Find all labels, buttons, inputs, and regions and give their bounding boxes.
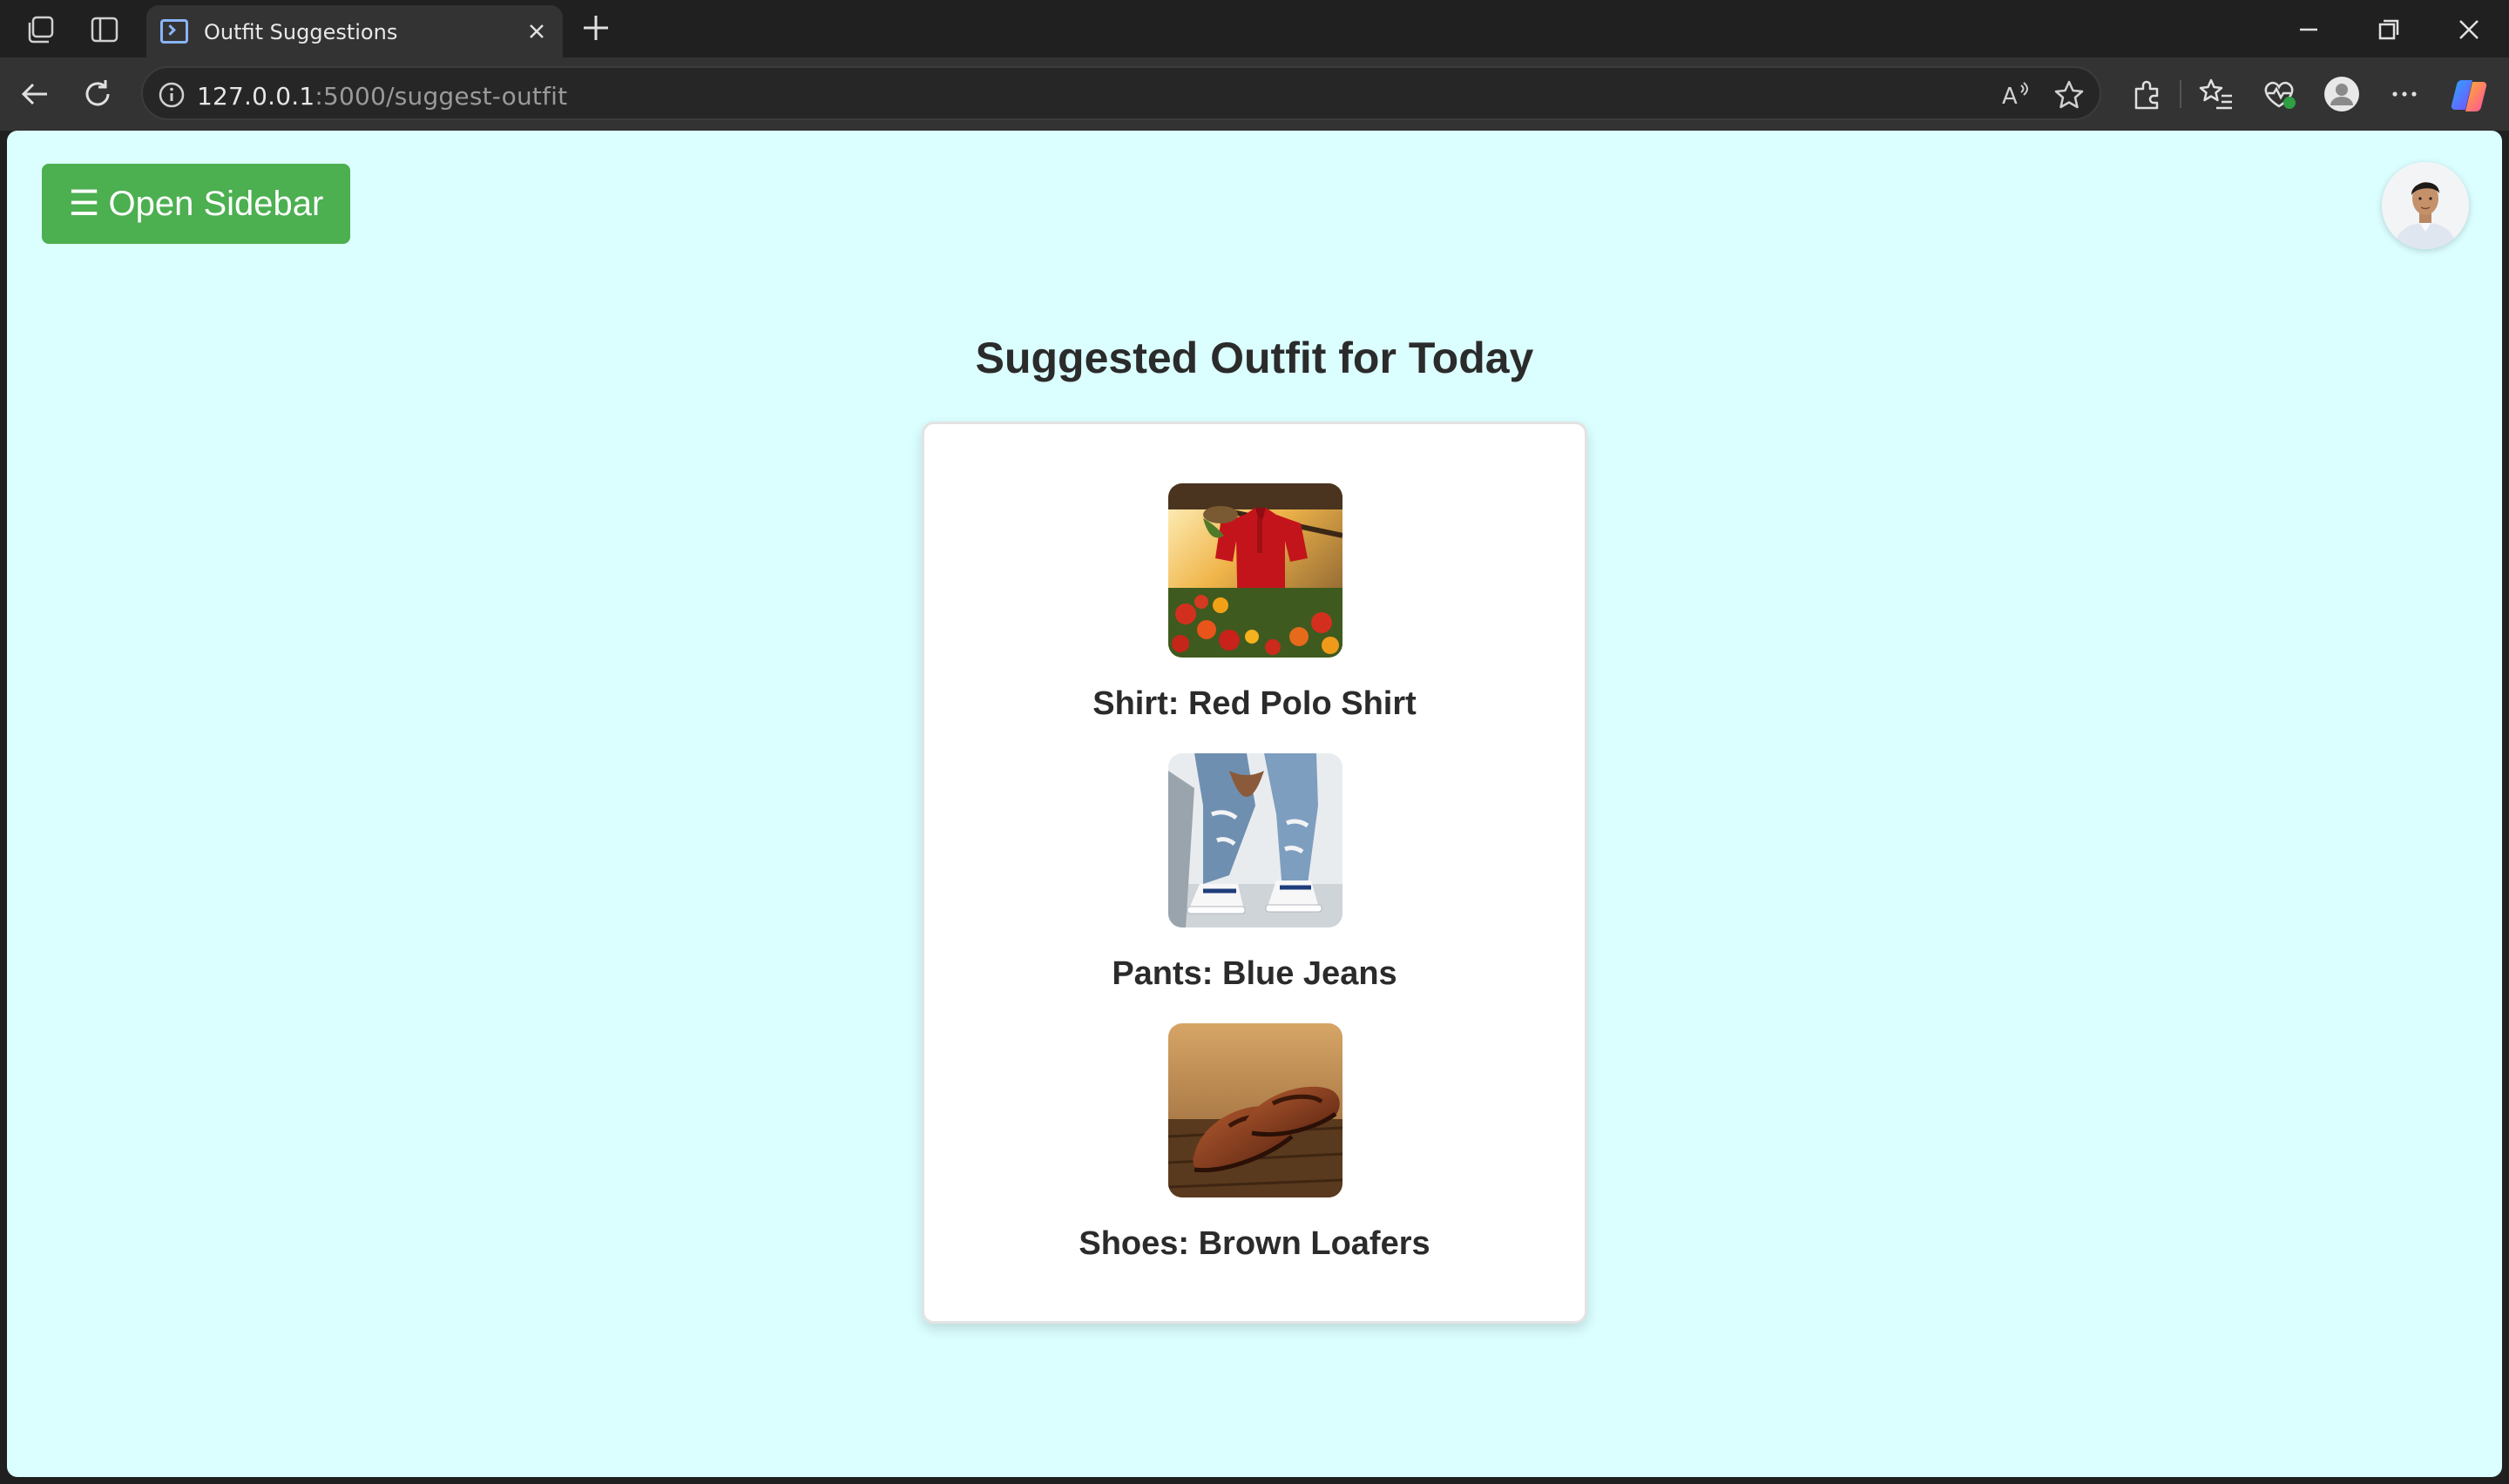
red-polo-shirt-image [1168,483,1342,658]
blue-jeans-image [1168,753,1342,928]
minimize-icon[interactable] [2291,12,2326,47]
refresh-icon[interactable] [78,75,117,113]
favorite-star-icon[interactable] [2053,78,2086,111]
url-host: 127.0.0.1 [197,82,315,111]
close-window-icon[interactable] [2452,12,2486,47]
more-options-icon[interactable] [2385,75,2424,113]
shoes-label: Shoes: Brown Loafers [1079,1225,1430,1262]
open-sidebar-button[interactable]: ☰ Open Sidebar [42,164,350,244]
read-aloud-icon[interactable]: A [1998,78,2032,111]
profile-icon[interactable] [2323,75,2361,113]
site-info-icon[interactable] [155,78,188,111]
copilot-icon[interactable] [2448,75,2487,113]
title-bar: Outfit Suggestions [0,0,2509,59]
back-icon[interactable] [16,75,54,113]
browser-essentials-icon[interactable] [2260,75,2298,113]
extensions-icon[interactable] [2127,75,2166,113]
brown-loafers-image [1168,1023,1342,1197]
restore-icon[interactable] [2371,12,2406,47]
user-avatar[interactable] [2382,162,2469,249]
browser-toolbar: 127.0.0.1:5000/suggest-outfit A [0,57,2509,131]
url-path: :5000/suggest-outfit [314,82,568,111]
workspaces-icon[interactable] [23,10,61,49]
new-tab-icon[interactable] [578,10,613,45]
hamburger-icon: ☰ [68,185,100,223]
close-tab-icon[interactable] [523,17,551,45]
tab-title: Outfit Suggestions [204,20,398,44]
favorites-icon[interactable] [2197,75,2235,113]
vertical-tabs-icon[interactable] [85,10,124,49]
open-sidebar-label: Open Sidebar [108,184,324,223]
address-bar[interactable]: 127.0.0.1:5000/suggest-outfit A [141,66,2101,120]
url-text: 127.0.0.1:5000/suggest-outfit [197,82,567,111]
page-favicon-icon [160,19,188,44]
svg-text:A: A [2002,84,2018,110]
pants-label: Pants: Blue Jeans [1112,955,1397,992]
page-title: Suggested Outfit for Today [975,334,1534,382]
outfit-card: Shirt: Red Polo Shirt Pants: Blue Jeans [922,422,1587,1324]
page-viewport: ☰ Open Sidebar Suggested Outfit for Toda… [7,131,2502,1477]
toolbar-divider [2180,80,2181,108]
active-tab[interactable]: Outfit Suggestions [146,5,563,59]
shirt-label: Shirt: Red Polo Shirt [1092,685,1417,722]
